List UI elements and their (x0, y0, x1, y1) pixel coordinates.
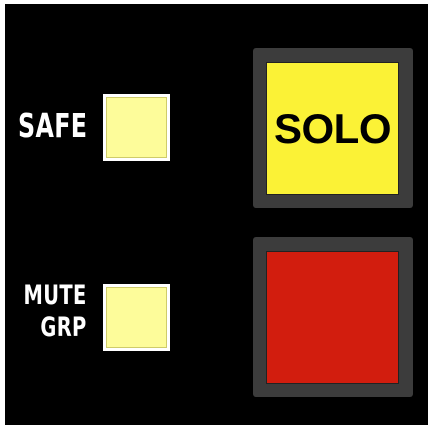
mute-label-line2: GRP (40, 312, 87, 343)
mute-group-label: MUTE GRP (24, 280, 87, 344)
red-button[interactable] (266, 251, 399, 384)
control-panel: SAFE MUTE GRP SOLO (5, 4, 428, 425)
mute-label-line1: MUTE (23, 280, 87, 311)
red-button-bezel (253, 237, 413, 397)
mute-group-button[interactable] (103, 284, 170, 351)
solo-button[interactable]: SOLO (266, 62, 399, 195)
safe-label: SAFE (17, 106, 87, 145)
solo-button-bezel: SOLO (253, 48, 413, 208)
safe-button[interactable] (103, 94, 170, 161)
solo-button-label: SOLO (273, 104, 392, 152)
